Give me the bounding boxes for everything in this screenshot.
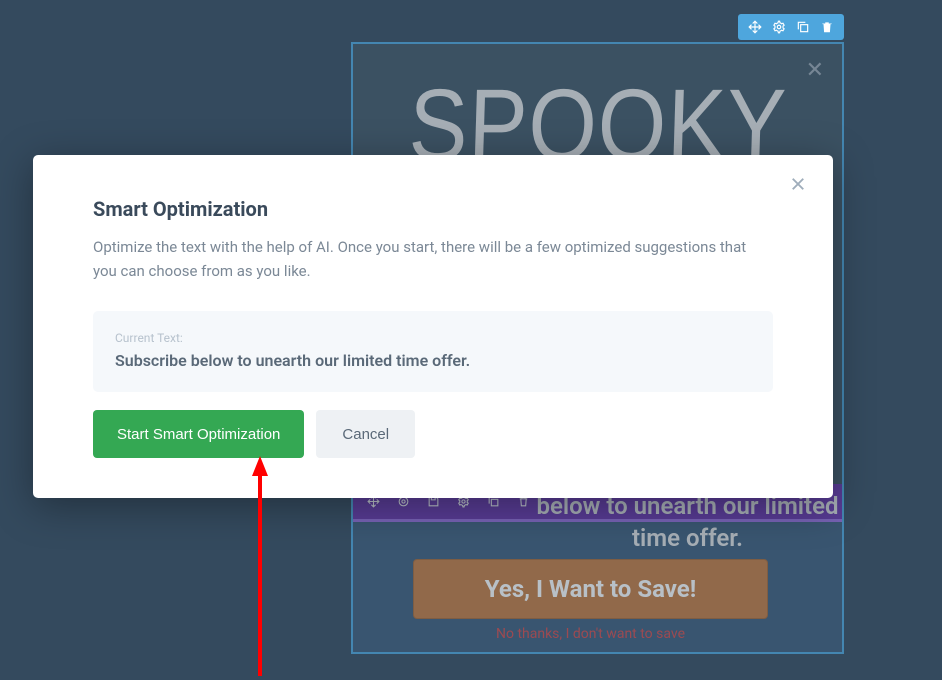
start-optimization-button[interactable]: Start Smart Optimization [93,410,304,458]
modal-actions: Start Smart Optimization Cancel [93,410,773,458]
current-text-label: Current Text: [115,331,751,345]
current-text-value: Subscribe below to unearth our limited t… [115,351,751,370]
close-icon[interactable] [789,175,811,197]
modal-description: Optimize the text with the help of AI. O… [93,235,763,283]
smart-optimization-modal: Smart Optimization Optimize the text wit… [33,155,833,498]
modal-title: Smart Optimization [93,197,773,221]
cancel-button[interactable]: Cancel [316,410,415,458]
current-text-box: Current Text: Subscribe below to unearth… [93,311,773,392]
